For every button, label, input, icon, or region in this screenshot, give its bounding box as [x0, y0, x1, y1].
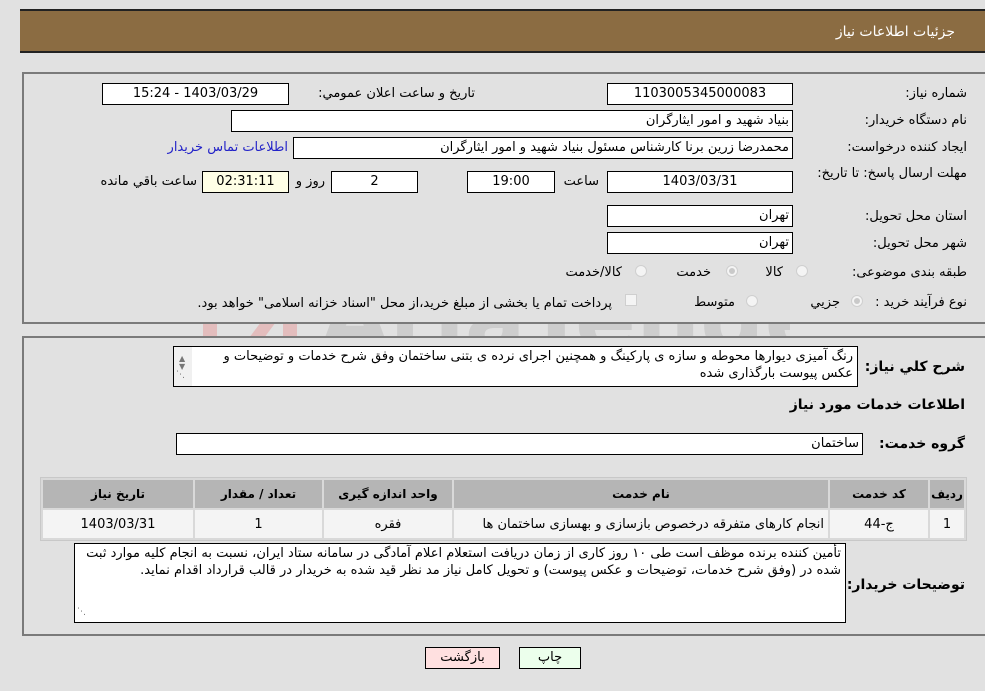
cell-need-date: 1403/03/31	[43, 510, 193, 538]
buyer-org-field: بنیاد شهید و امور ایثارگران	[231, 110, 793, 132]
col-service-code: کد خدمت	[830, 480, 928, 508]
creator-field: محمدرضا زرین برنا کارشناس مسئول بنیاد شه…	[293, 137, 793, 159]
time-remaining-field: 02:31:11	[202, 171, 289, 193]
days-remaining-field: 2	[331, 171, 418, 193]
col-unit: واحد اندازه گیری	[324, 480, 452, 508]
treasury-note: پرداخت تمام یا بخشی از مبلغ خرید،از محل …	[197, 296, 612, 311]
summary-label: شرح کلي نیاز:	[864, 359, 965, 375]
table-row: 1 ج-44 انجام کارهای متفرقه درخصوص بازساز…	[43, 510, 964, 538]
summary-textarea[interactable]: رنگ آمیزی دیوارها محوطه و سازه ی پارکینگ…	[173, 346, 858, 387]
province-field: تهران	[607, 205, 793, 227]
buyer-notes-label: توضیحات خریدار:	[846, 577, 965, 593]
treasury-checkbox[interactable]	[625, 294, 637, 306]
page-title: جزئیات اطلاعات نیاز	[835, 24, 955, 40]
print-button[interactable]: چاپ	[519, 647, 581, 669]
service-group-label: گروه خدمت:	[879, 436, 965, 452]
announce-datetime-field: 1403/03/29 - 15:24	[102, 83, 289, 105]
services-table: ردیف کد خدمت نام خدمت واحد اندازه گیری ت…	[40, 477, 967, 541]
col-service-name: نام خدمت	[454, 480, 828, 508]
resize-grip-icon[interactable]: ⋰	[77, 604, 86, 621]
city-field: تهران	[607, 232, 793, 254]
purchase-option-medium: متوسط	[694, 295, 735, 310]
need-number-field: 1103005345000083	[607, 83, 793, 105]
purchase-type-label: نوع فرآیند خرید :	[875, 295, 967, 310]
days-label: روز و	[295, 174, 325, 189]
purchase-radio-medium[interactable]	[746, 295, 758, 307]
page-header: جزئیات اطلاعات نیاز	[20, 9, 985, 53]
category-radio-goods-service[interactable]	[635, 265, 647, 277]
col-row-number: ردیف	[930, 480, 964, 508]
services-heading: اطلاعات خدمات مورد نیاز	[789, 397, 965, 413]
service-group-field: ساختمان	[176, 433, 863, 455]
deadline-date-field: 1403/03/31	[607, 171, 793, 193]
deadline-time-field: 19:00	[467, 171, 555, 193]
deadline-time-label: ساعت	[563, 174, 599, 189]
cell-service-name: انجام کارهای متفرقه درخصوص بازسازی و بهس…	[454, 510, 828, 538]
buyer-org-label: نام دستگاه خریدار:	[864, 113, 967, 128]
summary-scrollbar[interactable]: ▲ ▼ ⋰	[174, 347, 192, 386]
category-option-service: خدمت	[676, 265, 711, 280]
city-label: شهر محل تحویل:	[872, 236, 967, 251]
creator-label: ایجاد کننده درخواست:	[847, 140, 967, 155]
category-radio-service[interactable]	[726, 265, 738, 277]
table-header-row: ردیف کد خدمت نام خدمت واحد اندازه گیری ت…	[43, 480, 964, 508]
category-label: طبقه بندی موضوعی:	[851, 265, 967, 280]
back-button[interactable]: بازگشت	[425, 647, 500, 669]
buyer-notes-textarea[interactable]: تأمین کننده برنده موظف است طی ۱۰ روز کار…	[74, 543, 846, 623]
buyer-notes-text: تأمین کننده برنده موظف است طی ۱۰ روز کار…	[86, 546, 841, 578]
province-label: استان محل تحویل:	[865, 209, 967, 224]
cell-service-code: ج-44	[830, 510, 928, 538]
col-quantity: تعداد / مقدار	[195, 480, 322, 508]
cell-row-number: 1	[930, 510, 964, 538]
col-need-date: تاریخ نیاز	[43, 480, 193, 508]
purchase-option-minor: جزيي	[810, 295, 840, 310]
category-option-goods: کالا	[765, 265, 783, 280]
category-option-goods-service: کالا/خدمت	[565, 265, 622, 280]
summary-text: رنگ آمیزی دیوارها محوطه و سازه ی پارکینگ…	[223, 349, 853, 381]
cell-unit: فقره	[324, 510, 452, 538]
category-radio-goods[interactable]	[796, 265, 808, 277]
time-remaining-label: ساعت باقي مانده	[100, 174, 197, 189]
buyer-contact-link[interactable]: اطلاعات تماس خریدار	[168, 140, 288, 155]
announce-label: تاریخ و ساعت اعلان عمومي:	[318, 86, 475, 101]
need-number-label: شماره نیاز:	[905, 86, 967, 101]
cell-quantity: 1	[195, 510, 322, 538]
resize-grip-icon[interactable]: ⋰	[176, 367, 185, 384]
purchase-radio-minor[interactable]	[851, 295, 863, 307]
deadline-label: مهلت ارسال پاسخ: تا تاریخ:	[817, 166, 967, 181]
